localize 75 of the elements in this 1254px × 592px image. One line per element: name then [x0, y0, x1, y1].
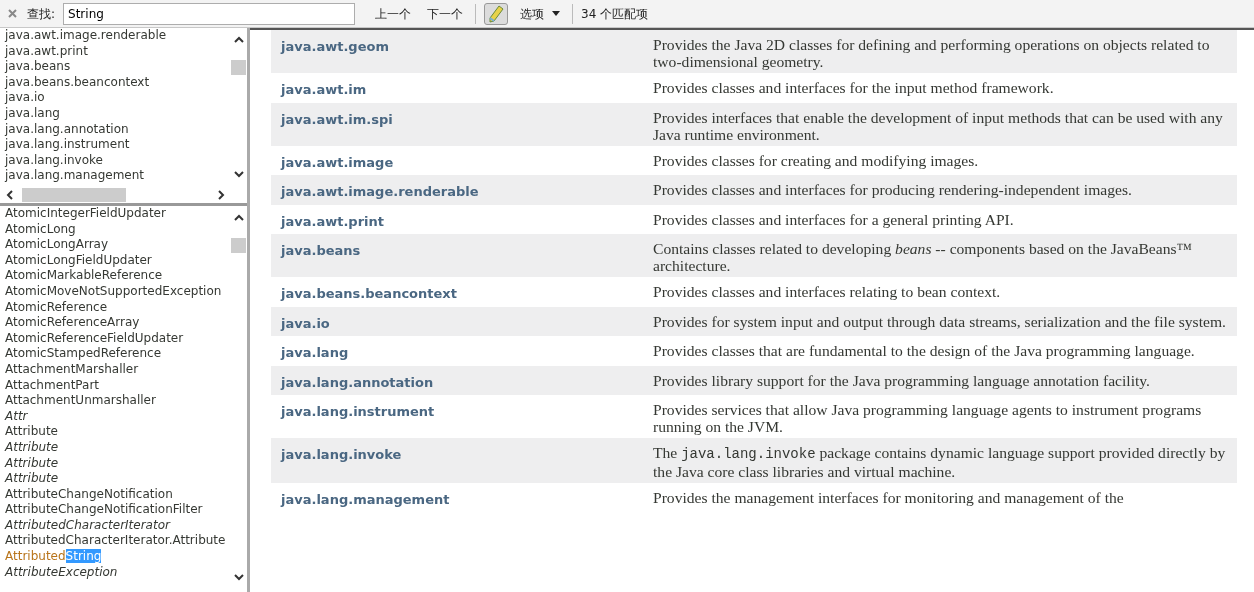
- package-link[interactable]: java.beans.beancontext: [5, 74, 230, 91]
- package-link[interactable]: java.lang.management: [281, 489, 653, 510]
- interface-link[interactable]: Attribute: [5, 471, 230, 487]
- package-link[interactable]: java.beans: [5, 59, 230, 75]
- interface-link[interactable]: Attr: [5, 408, 230, 425]
- package-description: Provides classes and interfaces relating to bean context.: [653, 283, 1002, 302]
- interface-link[interactable]: AttributeException: [5, 564, 230, 581]
- class-link[interactable]: AttachmentUnmarshaller: [5, 393, 230, 409]
- interface-link[interactable]: Attribute: [5, 439, 230, 456]
- package-link[interactable]: java.beans: [281, 240, 653, 274]
- class-link[interactable]: AttachmentMarshaller: [5, 361, 230, 378]
- package-description: Provides interfaces that enable the development of input methods that can be used with any Java runtime environment.: [653, 108, 1224, 143]
- package-description: The java.lang.invoke package contains dynamic language support provided directly by the Java core class libraries and virtual machine.: [653, 444, 1227, 480]
- package-link[interactable]: java.awt.print: [281, 210, 653, 231]
- package-description: Provides for system input and output through data streams, serialization and the file system.: [653, 312, 1227, 332]
- class-link[interactable]: AtomicIntegerFieldUpdater: [5, 206, 230, 222]
- package-link[interactable]: java.awt.image.renderable: [281, 181, 653, 202]
- package-link[interactable]: java.lang: [5, 105, 230, 122]
- scroll-thumb[interactable]: [231, 60, 246, 75]
- class-link[interactable]: AtomicStampedReference: [5, 346, 230, 362]
- package-link[interactable]: java.beans.beancontext: [281, 283, 653, 304]
- class-link[interactable]: AtomicReferenceFieldUpdater: [5, 330, 230, 347]
- package-link[interactable]: java.awt.geom: [281, 36, 653, 70]
- package-description: Contains classes related to developing beans -- components based on the JavaBeans™ architecture.: [653, 240, 1193, 274]
- close-icon: [8, 9, 17, 19]
- package-description: Provides library support for the Java programming language annotation facility.: [653, 371, 1151, 391]
- package-description: Provides classes and interfaces for producing rendering-independent images.: [653, 181, 1133, 200]
- class-link[interactable]: AtomicReferenceArray: [5, 315, 230, 331]
- class-link[interactable]: AttachmentPart: [5, 377, 230, 394]
- package-link[interactable]: java.awt.image: [281, 151, 653, 172]
- find-label: 查找:: [27, 5, 56, 23]
- package-description: Provides the Java 2D classes for defining and performing operations on objects related to two-dimensional geometry.: [653, 36, 1211, 70]
- class-link[interactable]: AtomicMoveNotSupportedException: [5, 283, 230, 300]
- highlight-toggle[interactable]: [484, 2, 509, 25]
- class-link[interactable]: AtomicMarkableReference: [5, 268, 230, 284]
- interface-link[interactable]: Attribute: [5, 455, 230, 472]
- package-link[interactable]: java.lang.annotation: [5, 121, 230, 138]
- package-description: Provides classes for creating and modifying images.: [653, 151, 980, 171]
- package-link[interactable]: java.lang.management: [5, 168, 230, 184]
- package-link[interactable]: java.lang.invoke: [5, 152, 230, 169]
- class-link[interactable]: AttributedString: [5, 549, 230, 565]
- package-link[interactable]: java.lang: [281, 342, 653, 363]
- class-link[interactable]: AttributeChangeNotificationFilter: [5, 502, 230, 518]
- package-link[interactable]: java.lang.annotation: [281, 371, 653, 392]
- package-description: Provides the management interfaces for monitoring and management of the: [653, 489, 1125, 508]
- caret-icon: [552, 11, 561, 16]
- class-link[interactable]: AttributedCharacterIterator.Attribute: [5, 533, 230, 550]
- match-count: 34 个匹配项: [581, 5, 649, 23]
- package-description: Provides classes and interfaces for a general printing API.: [653, 210, 1015, 230]
- package-link[interactable]: java.awt.print: [5, 43, 230, 60]
- package-link[interactable]: java.io: [5, 90, 230, 106]
- search-field[interactable]: String: [63, 2, 356, 25]
- package-link[interactable]: java.awt.im: [281, 79, 653, 100]
- package-link[interactable]: java.awt.image.renderable: [5, 28, 230, 44]
- options-dropdown[interactable]: 选项: [516, 2, 565, 25]
- package-description: Provides classes that are fundamental to the design of the Java programming language.: [653, 342, 1196, 361]
- package-description: Provides classes and interfaces for the input method framework.: [653, 79, 1055, 98]
- pencil-icon: [488, 4, 505, 23]
- package-link[interactable]: java.lang.instrument: [5, 137, 230, 153]
- scroll-thumb[interactable]: [231, 238, 246, 253]
- class-link[interactable]: AttributeChangeNotification: [5, 486, 230, 503]
- next-button[interactable]: 下一个: [423, 2, 468, 25]
- interface-link[interactable]: AttributedCharacterIterator: [5, 517, 230, 534]
- scroll-thumb[interactable]: [22, 187, 126, 202]
- previous-button[interactable]: 上一个: [371, 2, 416, 25]
- package-link[interactable]: java.lang.instrument: [281, 401, 653, 435]
- package-link[interactable]: java.lang.invoke: [281, 444, 653, 480]
- class-link[interactable]: AtomicLongArray: [5, 237, 230, 253]
- package-link[interactable]: java.io: [281, 312, 653, 333]
- class-link[interactable]: Attribute: [5, 424, 230, 440]
- package-link[interactable]: java.awt.im.spi: [281, 108, 653, 143]
- class-link[interactable]: AtomicReference: [5, 299, 230, 316]
- class-link[interactable]: AtomicLong: [5, 221, 230, 238]
- package-description: Provides services that allow Java programming language agents to instrument programs running on the JVM.: [653, 401, 1203, 435]
- class-link[interactable]: AtomicLongFieldUpdater: [5, 252, 230, 269]
